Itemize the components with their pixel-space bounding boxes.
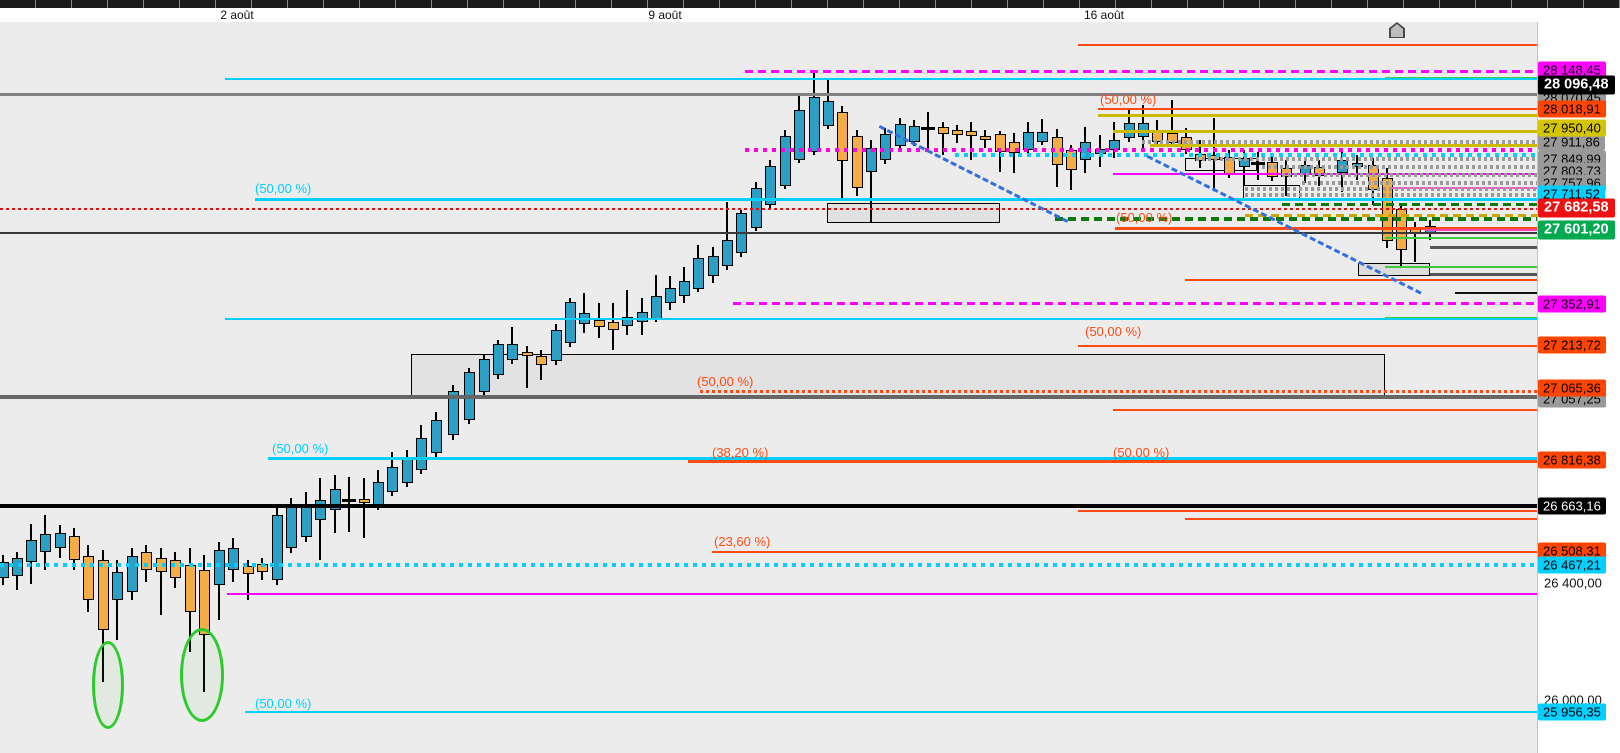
date-label: 2 août bbox=[220, 8, 254, 22]
trading-chart-window: 2 août 9 août 16 août (50,00 %) (50,00 %) (5… bbox=[0, 0, 1620, 753]
timeline-tick-bar[interactable] bbox=[0, 0, 1620, 8]
date-axis[interactable]: 2 août 9 août 16 août bbox=[0, 8, 1620, 23]
date-label: 9 août bbox=[648, 8, 682, 22]
price-axis-column[interactable] bbox=[1538, 22, 1620, 753]
chart-plot-area[interactable] bbox=[0, 22, 1538, 753]
date-label: 16 août bbox=[1083, 8, 1125, 22]
